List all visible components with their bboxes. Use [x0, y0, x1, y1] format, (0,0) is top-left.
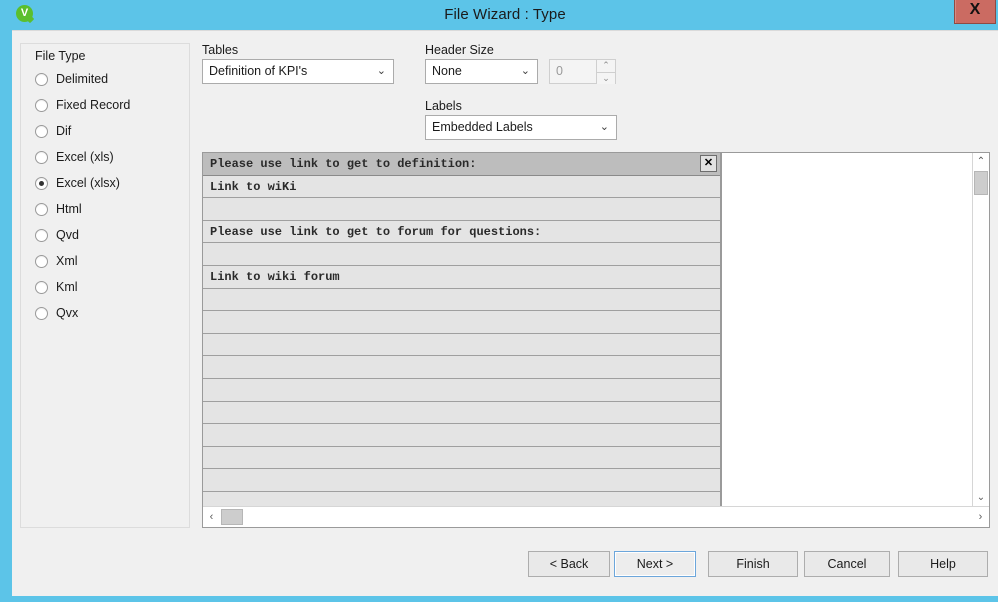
column-close-icon[interactable]: ✕ [700, 155, 717, 172]
table-row[interactable]: Link to wiKi [203, 175, 721, 199]
file-type-radio-label: Excel (xls) [56, 150, 114, 164]
file-type-group: File Type Delimited Fixed Record Dif Excel … [20, 43, 190, 528]
dialog-client-area: File Type Delimited Fixed Record Dif Excel … [12, 30, 998, 596]
table-row[interactable] [203, 378, 721, 402]
file-type-radio-qvx[interactable]: Qvx [35, 300, 185, 326]
dialog-footer: < Back Next > Finish Cancel Help [12, 534, 998, 596]
preview-header-row[interactable]: Please use link to get to definition: ✕ [203, 153, 721, 176]
file-type-radio-dif[interactable]: Dif [35, 118, 185, 144]
tables-label: Tables [202, 43, 239, 57]
table-row[interactable] [203, 424, 721, 447]
file-type-radio-label: Kml [56, 280, 78, 294]
close-icon[interactable]: X [954, 0, 996, 24]
radio-icon [35, 202, 48, 216]
table-row[interactable] [203, 469, 721, 492]
file-type-group-title: File Type [35, 49, 86, 63]
file-type-radio-label: Dif [56, 124, 72, 138]
back-button[interactable]: < Back [528, 551, 610, 577]
table-row[interactable] [203, 311, 721, 334]
file-type-radio-kml[interactable]: Kml [35, 274, 185, 300]
preview-cell-text: Link to wiki forum [210, 269, 340, 284]
scroll-up-icon[interactable]: ⌃ [973, 153, 989, 170]
stepper-down-icon[interactable]: ⌄ [597, 72, 615, 84]
table-row[interactable] [203, 198, 721, 221]
header-size-select[interactable]: None ⌄ [425, 59, 538, 84]
file-type-radio-delimited[interactable]: Delimited [35, 66, 185, 92]
table-row[interactable] [203, 333, 721, 357]
grid-right-edge [720, 153, 722, 506]
screenshot-root: V File Wizard : Type X File Type Delimit… [0, 0, 998, 602]
file-type-radio-excel-xlsx[interactable]: Excel (xlsx) [35, 170, 185, 196]
file-type-radio-label: Qvx [56, 306, 79, 320]
radio-icon [35, 150, 48, 164]
header-size-label: Header Size [425, 43, 494, 57]
radio-icon [35, 98, 48, 112]
file-type-radio-label: Qvd [56, 228, 79, 242]
file-type-radio-list: Delimited Fixed Record Dif Excel (xls) Excel… [35, 66, 185, 326]
file-type-radio-fixed-record[interactable]: Fixed Record [35, 92, 185, 118]
preview-horizontal-scrollbar[interactable]: ‹ › [203, 506, 989, 527]
file-type-radio-qvd[interactable]: Qvd [35, 222, 185, 248]
preview-cell-text: Link to wiKi [210, 179, 297, 194]
radio-icon [35, 124, 48, 138]
vertical-scrollbar-thumb[interactable] [974, 171, 988, 195]
file-type-radio-xml[interactable]: Xml [35, 248, 185, 274]
table-row[interactable] [203, 491, 721, 506]
radio-icon [35, 254, 48, 268]
preview-vertical-scrollbar[interactable]: ⌃ ⌄ [972, 153, 989, 506]
tables-select[interactable]: Definition of KPI's ⌄ [202, 59, 394, 84]
preview-cell-text: Please use link to get to forum for ques… [210, 224, 542, 239]
table-row[interactable] [203, 401, 721, 425]
qlikview-logo-icon: V [16, 5, 35, 24]
radio-icon [35, 176, 48, 190]
file-type-radio-label: Delimited [56, 72, 109, 86]
finish-button[interactable]: Finish [708, 551, 798, 577]
file-preview-panel: Please use link to get to definition: ✕ Li… [202, 152, 990, 528]
tables-select-value: Definition of KPI's [209, 64, 308, 78]
labels-select-value: Embedded Labels [432, 120, 533, 134]
radio-icon [35, 306, 48, 320]
labels-label: Labels [425, 99, 462, 113]
preview-grid: Please use link to get to definition: ✕ Li… [203, 153, 721, 506]
help-button[interactable]: Help [898, 551, 988, 577]
scroll-left-icon[interactable]: ‹ [203, 507, 220, 527]
scroll-down-icon[interactable]: ⌄ [973, 489, 989, 506]
preview-cell-text: Please use link to get to definition: [210, 157, 477, 171]
chevron-down-icon: ⌄ [520, 65, 530, 77]
table-row[interactable] [203, 288, 721, 312]
table-row[interactable]: Please use link to get to forum for ques… [203, 220, 721, 244]
next-button[interactable]: Next > [614, 551, 696, 577]
header-size-select-value: None [432, 64, 462, 78]
table-row[interactable] [203, 356, 721, 379]
header-size-stepper-value: 0 [556, 64, 563, 78]
table-row[interactable] [203, 243, 721, 266]
window-title: File Wizard : Type [444, 6, 566, 23]
file-wizard-window: V File Wizard : Type X File Type Delimit… [0, 0, 998, 602]
header-size-stepper[interactable]: 0 ⌃ ⌄ [549, 59, 616, 84]
stepper-up-icon[interactable]: ⌃ [597, 60, 615, 71]
chevron-down-icon: ⌄ [599, 121, 609, 133]
radio-icon [35, 280, 48, 294]
labels-select[interactable]: Embedded Labels ⌄ [425, 115, 617, 140]
header-size-stepper-buttons[interactable]: ⌃ ⌄ [596, 60, 615, 84]
radio-icon [35, 228, 48, 242]
file-type-radio-html[interactable]: Html [35, 196, 185, 222]
file-type-radio-excel-xls[interactable]: Excel (xls) [35, 144, 185, 170]
file-type-radio-label: Fixed Record [56, 98, 131, 112]
chevron-down-icon: ⌄ [376, 65, 386, 77]
file-type-radio-label: Html [56, 202, 82, 216]
cancel-button[interactable]: Cancel [804, 551, 890, 577]
file-type-radio-label: Excel (xlsx) [56, 176, 120, 190]
table-row[interactable]: Link to wiki forum [203, 265, 721, 289]
file-type-radio-label: Xml [56, 254, 78, 268]
scroll-right-icon[interactable]: › [972, 507, 989, 527]
radio-icon [35, 72, 48, 86]
horizontal-scrollbar-thumb[interactable] [221, 509, 243, 525]
table-row[interactable] [203, 446, 721, 470]
logo-letter: V [20, 7, 29, 19]
title-bar: V File Wizard : Type X [6, 0, 998, 30]
